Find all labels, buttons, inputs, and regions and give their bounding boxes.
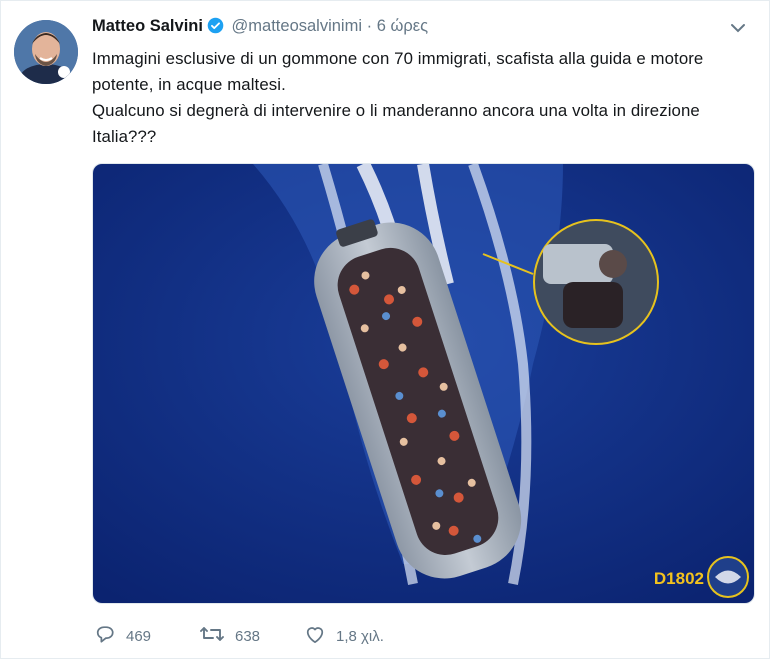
reply-count: 469 [126,627,152,645]
author-name[interactable]: Matteo Salvini [92,17,203,35]
tweet-text: Immagini esclusive di un gommone con 70 … [92,46,752,150]
chevron-down-icon[interactable] [729,19,747,42]
verified-badge-icon [207,17,224,39]
heart-icon [304,624,326,648]
retweet-count: 638 [235,627,261,645]
tweet-text-line: Immagini esclusive di un gommone con 70 … [92,49,704,94]
tweet-card: Matteo Salvini @matteosalvinimi · 6 ώρες… [0,0,770,659]
reply-icon [94,624,116,648]
retweet-icon [199,624,225,648]
like-count: 1,8 χιλ. [336,627,384,645]
timestamp[interactable]: 6 ώρες [377,17,428,35]
like-button[interactable]: 1,8 χιλ. [304,624,384,648]
media-watermark-code: D1802 [653,569,704,588]
author-handle[interactable]: @matteosalvinimi [232,17,362,35]
tweet-header: Matteo Salvini @matteosalvinimi · 6 ώρες [92,17,749,43]
reply-button[interactable]: 469 [94,624,151,648]
tweet-media-photo[interactable]: D1802 [92,163,755,604]
avatar[interactable] [14,20,78,84]
retweet-button[interactable]: 638 [199,624,260,648]
tweet-text-line: Qualcuno si degnerà di intervenire o li … [92,101,700,146]
separator-dot: · [366,17,373,35]
